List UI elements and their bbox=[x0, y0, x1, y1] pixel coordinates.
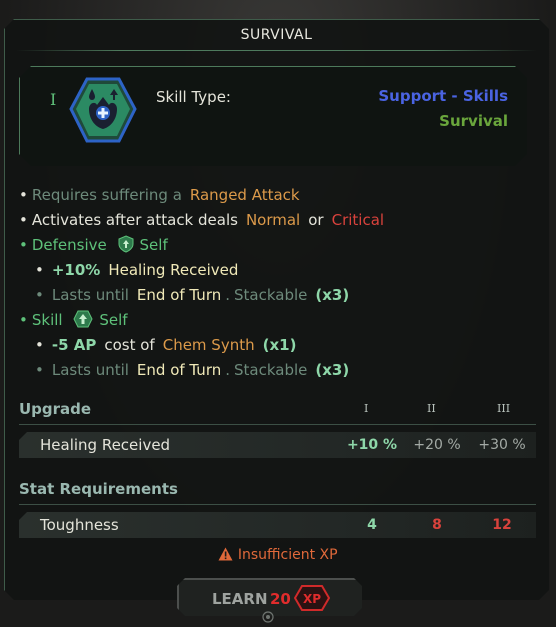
warning-icon bbox=[218, 547, 233, 561]
effect-line-healing: • +10% Healing Received bbox=[35, 259, 238, 281]
stack-count: (x3) bbox=[315, 361, 350, 379]
ap-count: (x1) bbox=[262, 336, 297, 354]
activation-or: or bbox=[308, 211, 324, 229]
defensive-label: Defensive bbox=[31, 236, 107, 254]
stackable-label: Stackable bbox=[234, 361, 308, 379]
upgrade-value-2: +20 % bbox=[413, 437, 461, 453]
requirements-header: Stat Requirements bbox=[19, 480, 178, 498]
duration-prefix: Lasts until bbox=[51, 361, 129, 379]
requirements-rule bbox=[19, 504, 536, 505]
healing-stat: Healing Received bbox=[108, 261, 239, 279]
upgrade-col-2: II bbox=[427, 402, 436, 415]
ap-skill-name: Chem Synth bbox=[162, 336, 255, 354]
panel-title: SURVIVAL bbox=[240, 27, 313, 43]
skill-target: Self bbox=[99, 311, 128, 329]
bullet: • bbox=[19, 236, 28, 254]
bullet: • bbox=[35, 261, 44, 279]
healing-amount: +10% bbox=[51, 261, 101, 279]
upgrade-col-3: III bbox=[497, 402, 511, 415]
effect-line-duration-2: • Lasts until End of Turn. Stackable (x3) bbox=[35, 359, 349, 381]
warning-text: Insufficient XP bbox=[237, 547, 338, 563]
upgrade-rule bbox=[19, 424, 536, 425]
upgrade-value-3: +30 % bbox=[478, 437, 526, 453]
duration-prefix: Lasts until bbox=[51, 286, 129, 304]
duration-sep: . bbox=[225, 361, 231, 379]
ap-amount: -5 AP bbox=[51, 336, 97, 354]
ap-mid: cost of bbox=[104, 336, 155, 354]
upgrade-value-1: +10 % bbox=[346, 437, 398, 453]
learn-label: LEARN bbox=[212, 590, 268, 608]
effect-line-ap-cost: • -5 AP cost of Chem Synth (x1) bbox=[35, 334, 296, 356]
activation-critical: Critical bbox=[331, 211, 385, 229]
shield-up-icon bbox=[118, 235, 134, 253]
defensive-target: Self bbox=[139, 236, 168, 254]
xp-icon: XP bbox=[294, 585, 330, 611]
tier-numeral: I bbox=[50, 90, 57, 109]
scroll-indicator-icon bbox=[262, 611, 274, 623]
effect-line-duration-1: • Lasts until End of Turn. Stackable (x3) bbox=[35, 284, 349, 306]
activation-normal: Normal bbox=[245, 211, 301, 229]
bullet: • bbox=[19, 211, 28, 229]
skill-label: Skill bbox=[31, 311, 63, 329]
requirements-row-label: Toughness bbox=[40, 516, 119, 534]
duration-sep: . bbox=[225, 286, 231, 304]
duration-value: End of Turn bbox=[136, 286, 222, 304]
trigger-value: Ranged Attack bbox=[189, 186, 300, 204]
title-divider bbox=[16, 50, 537, 51]
bullet: • bbox=[35, 336, 44, 354]
bullet: • bbox=[19, 186, 28, 204]
requirement-value-2: 8 bbox=[432, 517, 442, 533]
effect-line-activation: • Activates after attack deals Normal or Cri… bbox=[19, 209, 384, 231]
trigger-prefix: Requires suffering a bbox=[31, 186, 182, 204]
bullet: • bbox=[19, 311, 28, 329]
xp-badge-text: XP bbox=[303, 592, 321, 606]
skill-type-label: Skill Type: bbox=[156, 88, 231, 106]
bullet: • bbox=[35, 286, 44, 304]
requirement-value-1: 4 bbox=[367, 517, 377, 533]
effect-line-trigger: • Requires suffering a Ranged Attack bbox=[19, 184, 300, 206]
stack-count: (x3) bbox=[315, 286, 350, 304]
bullet: • bbox=[35, 361, 44, 379]
upgrade-row-label: Healing Received bbox=[40, 436, 171, 454]
duration-value: End of Turn bbox=[136, 361, 222, 379]
survival-skill-icon bbox=[69, 77, 137, 143]
stackable-label: Stackable bbox=[234, 286, 308, 304]
skill-category: Support - Skills bbox=[378, 87, 508, 105]
activation-prefix: Activates after attack deals bbox=[31, 211, 238, 229]
learn-cost: 20 bbox=[270, 590, 291, 608]
effect-line-defensive: • Defensive Self bbox=[19, 234, 168, 256]
requirement-value-3: 12 bbox=[492, 517, 512, 533]
skill-up-icon bbox=[73, 310, 93, 328]
upgrade-col-1: I bbox=[364, 402, 369, 415]
effect-line-skill: • Skill Self bbox=[19, 309, 128, 331]
skill-tree: Survival bbox=[439, 112, 508, 130]
upgrade-header: Upgrade bbox=[19, 400, 92, 418]
insufficient-xp-warning: Insufficient XP bbox=[0, 547, 556, 563]
